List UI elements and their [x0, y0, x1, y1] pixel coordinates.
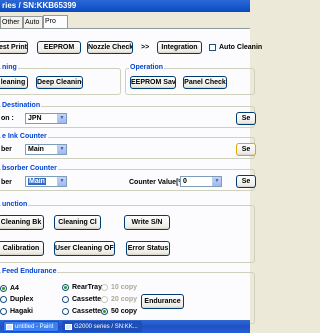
- ink-counter-select[interactable]: Main ▼: [25, 144, 67, 155]
- operation-legend: Operation: [129, 64, 165, 72]
- error-status-button[interactable]: Error Status: [126, 241, 170, 256]
- radio-reartray-label: RearTray: [72, 284, 102, 291]
- user-cleaning-off-button[interactable]: User Cleaning OFF: [54, 241, 115, 256]
- taskbar-item-printer-tool[interactable]: G2000 series / SN:KK...: [62, 321, 142, 332]
- chevron-down-icon: ▼: [212, 177, 221, 186]
- radio-reartray[interactable]: [62, 284, 69, 291]
- absorber-set-button[interactable]: Se: [236, 175, 256, 188]
- radio-50-copy[interactable]: [101, 308, 108, 315]
- absorber-label: ber: [1, 179, 12, 186]
- deep-cleaning-button[interactable]: Deep Cleaning: [36, 76, 83, 89]
- radio-cassette-2-label: Cassette: [72, 308, 102, 315]
- cleaning-legend: ning: [1, 64, 18, 72]
- radio-20-copy[interactable]: [101, 296, 108, 303]
- radio-cassette-2[interactable]: [62, 308, 69, 315]
- radio-20-copy-label: 20 copy: [111, 296, 138, 303]
- auto-cleaning-checkbox[interactable]: [209, 44, 216, 51]
- absorber-legend: bsorber Counter: [1, 165, 58, 173]
- tab-panel: est Print EEPROM Nozzle Check >> Integra…: [0, 28, 262, 324]
- destination-select[interactable]: JPN ▼: [25, 113, 67, 124]
- radio-cassette-1-label: Cassette: [72, 296, 102, 303]
- paint-icon: [6, 324, 13, 330]
- eeprom-button[interactable]: EEPROM: [37, 41, 81, 54]
- function-legend: unction: [1, 201, 29, 209]
- radio-cassette-1[interactable]: [62, 296, 69, 303]
- write-sn-button[interactable]: Write S/N: [124, 215, 170, 230]
- eeprom-save-button[interactable]: EEPROM Save: [130, 76, 176, 89]
- radio-duplex[interactable]: [0, 296, 7, 303]
- auto-cleaning-label: Auto Cleanin: [219, 44, 263, 51]
- radio-duplex-label: Duplex: [10, 296, 34, 303]
- test-print-button[interactable]: est Print: [0, 41, 28, 54]
- integration-button[interactable]: Integration: [157, 41, 202, 54]
- radio-a4-label: A4: [10, 285, 19, 292]
- absorber-select[interactable]: Main ▼: [25, 176, 67, 187]
- arrows-indicator: >>: [141, 44, 150, 51]
- chevron-down-icon: ▼: [57, 177, 66, 186]
- radio-10-copy[interactable]: [101, 284, 108, 291]
- feed-endurance-legend: Feed Endurance: [1, 268, 58, 276]
- radio-hagaki[interactable]: [0, 308, 7, 315]
- destination-legend: Destination: [1, 102, 42, 110]
- tab-other[interactable]: Other: [0, 16, 23, 28]
- radio-10-copy-label: 10 copy: [111, 284, 138, 291]
- counter-value-label: Counter Value[%]: [129, 179, 187, 186]
- radio-50-copy-label: 50 copy: [111, 308, 138, 315]
- tab-pro[interactable]: Pro: [43, 15, 68, 29]
- cleaning-cl-button[interactable]: Cleaning Cl: [54, 215, 101, 230]
- window-title: ries / SN:KKB65399: [0, 0, 250, 12]
- destination-set-button[interactable]: Se: [236, 112, 256, 125]
- radio-a4[interactable]: [0, 285, 7, 292]
- counter-value-select[interactable]: 0 ▼: [180, 176, 222, 187]
- printer-icon: [65, 324, 72, 330]
- destination-label: on :: [1, 115, 14, 122]
- cleaning-bk-button[interactable]: Cleaning Bk: [0, 215, 44, 230]
- calibration-button[interactable]: Calibration: [0, 241, 44, 256]
- ink-counter-set-button[interactable]: Se: [236, 143, 256, 156]
- nozzle-check-button[interactable]: Nozzle Check: [87, 41, 133, 54]
- endurance-button[interactable]: Endurance: [141, 294, 184, 309]
- ink-counter-legend: e Ink Counter: [1, 133, 48, 141]
- cleaning-button[interactable]: leaning: [0, 76, 28, 89]
- ink-counter-label: ber: [1, 146, 12, 153]
- radio-hagaki-label: Hagaki: [10, 308, 33, 315]
- panel-check-button[interactable]: Panel Check: [183, 76, 227, 89]
- taskbar-item-paint[interactable]: untitled - Paint: [3, 321, 59, 332]
- chevron-down-icon: ▼: [57, 114, 66, 123]
- taskbar: untitled - Paint G2000 series / SN:KK...: [0, 320, 250, 333]
- chevron-down-icon: ▼: [57, 145, 66, 154]
- tab-auto[interactable]: Auto: [23, 16, 43, 28]
